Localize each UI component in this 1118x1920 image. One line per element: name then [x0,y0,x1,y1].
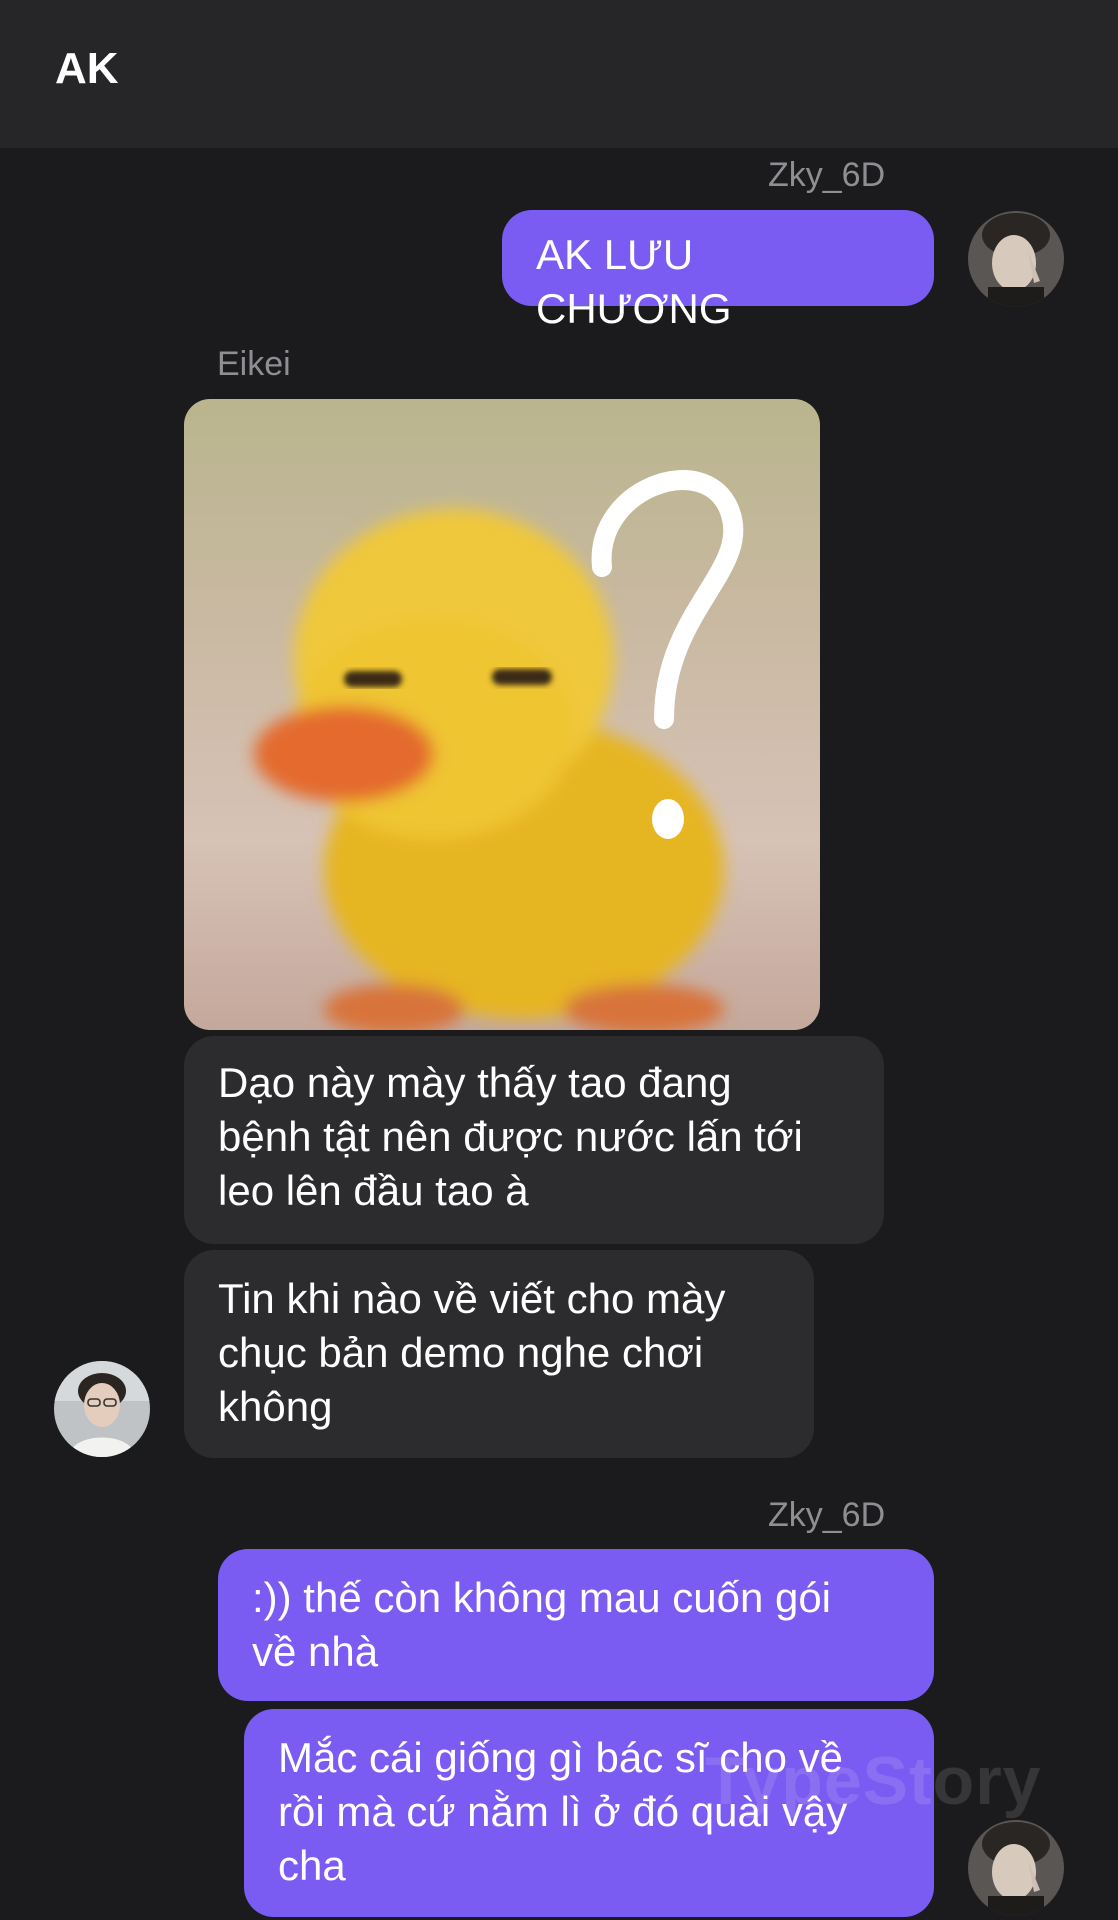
message-bubble-incoming[interactable]: Tin khi nào về viết cho mày chục bản dem… [184,1250,814,1458]
message-text-line: Dạo này mày thấy tao đang [218,1059,732,1106]
sender-name: Eikei [217,345,291,383]
message-text: AK LƯU CHƯƠNG [536,231,732,332]
sender-name: Zky_6D [768,156,886,194]
message-bubble-incoming[interactable]: Dạo này mày thấy tao đang bệnh tật nên đ… [184,1036,884,1244]
message-text-line: chục bản demo nghe chơi [218,1329,704,1376]
duck-meme-image[interactable] [184,399,820,1030]
user-avatar-eikei[interactable] [54,1361,150,1457]
message-text-line: :)) thế còn không mau cuốn gói [252,1574,832,1621]
message-text-line: không [218,1383,333,1430]
message-text-line: Tin khi nào về viết cho mày [218,1275,726,1322]
message-text-line: leo lên đầu tao à [218,1167,529,1214]
chat-title[interactable]: AK [55,44,119,94]
watermark: TypeStory [705,1743,1042,1819]
message-text-line: cha [278,1842,346,1889]
user-avatar-zky[interactable] [968,211,1064,307]
message-text-line: về nhà [252,1628,379,1675]
message-text-line: bệnh tật nên được nước lấn tới [218,1113,803,1160]
message-bubble-outgoing[interactable]: AK LƯU CHƯƠNG [502,210,934,332]
user-avatar-zky[interactable] [968,1820,1064,1916]
chat-header: AK [0,0,1118,148]
sender-name: Zky_6D [768,1496,886,1534]
message-bubble-outgoing[interactable]: :)) thế còn không mau cuốn gói về nhà [218,1549,934,1701]
